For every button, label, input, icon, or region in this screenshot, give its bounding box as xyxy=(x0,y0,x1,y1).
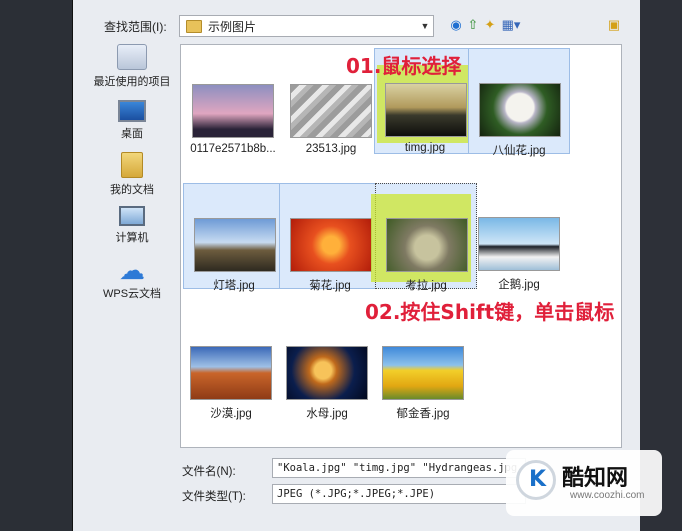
place-label: 我的文档 xyxy=(110,184,154,196)
folder-shortcut-icon[interactable]: ▣ xyxy=(606,16,622,34)
image-thumbnail xyxy=(382,346,464,400)
up-folder-icon[interactable]: ⇧ xyxy=(465,16,481,34)
file-name: 23513.jpg xyxy=(305,143,357,155)
annotation-step2: 02.按住Shift键，单击鼠标 xyxy=(365,300,615,324)
file-item[interactable]: 灯塔.jpg xyxy=(183,183,285,292)
file-name: 水母.jpg xyxy=(306,408,348,420)
file-name-input[interactable]: "Koala.jpg" "timg.jpg" "Hydrangeas.jpg xyxy=(272,458,526,478)
file-name: 郁金香.jpg xyxy=(396,408,450,420)
documents-icon xyxy=(121,152,143,178)
image-thumbnail xyxy=(386,218,468,272)
look-in-value: 示例图片 xyxy=(208,19,257,34)
place-recent[interactable]: 最近使用的项目 xyxy=(90,44,174,89)
computer-icon xyxy=(119,206,145,226)
image-thumbnail xyxy=(478,217,560,271)
file-item[interactable]: 八仙花.jpg xyxy=(468,48,570,157)
image-thumbnail xyxy=(385,83,467,137)
file-item[interactable]: 0117e2571b8b... xyxy=(182,50,284,156)
place-label: WPS云文档 xyxy=(102,288,162,300)
new-folder-icon[interactable]: ✦ xyxy=(482,16,498,34)
file-item[interactable]: 考拉.jpg xyxy=(371,183,477,292)
place-desktop[interactable]: 桌面 xyxy=(90,100,174,141)
watermark: 酷知网 www.coozhi.com xyxy=(506,450,662,516)
file-name: 沙漠.jpg xyxy=(210,408,252,420)
watermark-url: www.coozhi.com xyxy=(570,490,645,501)
view-menu-icon[interactable]: ▦▾ xyxy=(500,16,522,34)
coozhi-logo-icon xyxy=(516,460,556,500)
file-name: 考拉.jpg xyxy=(405,280,447,292)
image-thumbnail xyxy=(479,83,561,137)
place-computer[interactable]: 计算机 xyxy=(90,206,174,245)
file-name: 0117e2571b8b... xyxy=(190,143,276,155)
place-label: 桌面 xyxy=(121,128,143,140)
place-label: 计算机 xyxy=(115,232,149,244)
folder-icon xyxy=(186,19,202,33)
look-in-dropdown[interactable]: 示例图片 ▼ xyxy=(179,15,434,37)
file-name: 八仙花.jpg xyxy=(492,145,546,157)
back-icon[interactable]: ◉ xyxy=(448,16,464,34)
file-item[interactable]: 郁金香.jpg xyxy=(372,312,474,420)
image-thumbnail xyxy=(290,218,372,272)
image-thumbnail xyxy=(290,84,372,138)
file-item[interactable]: 企鹅.jpg xyxy=(468,183,570,291)
file-type-select[interactable]: JPEG (*.JPG;*.JPEG;*.JPE) xyxy=(272,484,526,504)
image-thumbnail xyxy=(286,346,368,400)
file-item[interactable]: 水母.jpg xyxy=(276,312,378,420)
look-in-label: 查找范围(I): xyxy=(104,20,167,34)
file-name: timg.jpg xyxy=(404,142,446,154)
annotation-step1: 01.鼠标选择 xyxy=(346,54,462,78)
chevron-down-icon[interactable]: ▼ xyxy=(417,21,433,31)
place-documents[interactable]: 我的文档 xyxy=(90,152,174,197)
desktop-icon xyxy=(118,100,146,122)
image-thumbnail xyxy=(194,218,276,272)
place-label: 最近使用的项目 xyxy=(93,76,171,88)
file-name: 菊花.jpg xyxy=(309,280,351,292)
file-type-label: 文件类型(T): xyxy=(182,491,246,503)
watermark-title: 酷知网 xyxy=(562,466,629,491)
file-name-label: 文件名(N): xyxy=(182,466,236,478)
file-item[interactable]: 菊花.jpg xyxy=(279,183,381,292)
place-wps-cloud[interactable]: ☁ WPS云文档 xyxy=(90,255,174,301)
file-name: 灯塔.jpg xyxy=(213,280,255,292)
file-name: 企鹅.jpg xyxy=(498,279,540,291)
cloud-icon: ☁ xyxy=(119,255,145,285)
recent-items-icon xyxy=(117,44,147,70)
image-thumbnail xyxy=(190,346,272,400)
image-thumbnail xyxy=(192,84,274,138)
file-item[interactable]: 沙漠.jpg xyxy=(180,312,282,420)
